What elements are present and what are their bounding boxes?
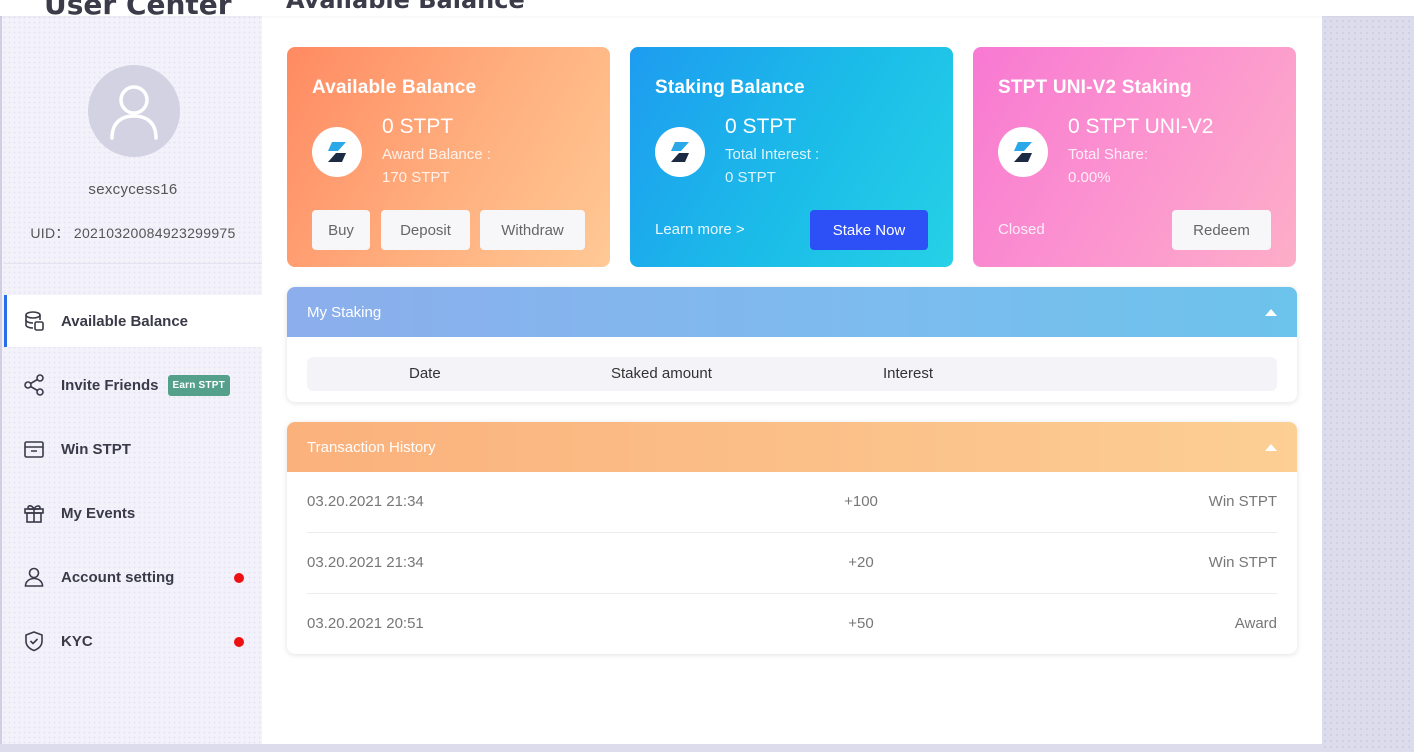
- balance-amount: 0 STPT: [382, 115, 454, 138]
- shield-icon: [22, 629, 46, 653]
- staking-table-header: Date Staked amount Interest: [307, 357, 1277, 391]
- share-icon: [22, 373, 46, 397]
- table-row: 03.20.2021 20:51 +50 Award: [307, 594, 1277, 654]
- card-title: Available Balance: [312, 77, 477, 98]
- stpt-coin-icon: [312, 127, 362, 177]
- staking-status: Closed: [998, 221, 1045, 238]
- table-row: 03.20.2021 21:34 +100 Win STPT: [307, 472, 1277, 533]
- total-share-value: 0.00%: [1068, 169, 1111, 186]
- notification-dot: [234, 573, 244, 583]
- stpt-coin-icon: [998, 127, 1048, 177]
- deposit-button[interactable]: Deposit: [381, 210, 470, 250]
- card-title: STPT UNI-V2 Staking: [998, 77, 1192, 98]
- transaction-date: 03.20.2021 21:34: [307, 493, 424, 510]
- learn-more-link[interactable]: Learn more >: [655, 221, 745, 238]
- uni-v2-amount: 0 STPT UNI-V2: [1068, 115, 1214, 138]
- sidebar-item-kyc[interactable]: KYC: [4, 615, 264, 667]
- transaction-amount: +20: [848, 554, 874, 571]
- buy-button[interactable]: Buy: [312, 210, 370, 250]
- sidebar-divider: [4, 263, 262, 264]
- notification-dot: [234, 637, 244, 647]
- sidebar-item-label: Invite Friends: [61, 376, 159, 394]
- page-background: [1322, 0, 1414, 752]
- available-balance-card: Available Balance 0 STPT Award Balance :…: [287, 47, 610, 267]
- award-balance-value: 170 STPT: [382, 169, 450, 186]
- sidebar-item-available-balance[interactable]: Available Balance: [4, 295, 264, 347]
- collapse-caret-icon[interactable]: [1265, 308, 1277, 316]
- column-header-date: Date: [409, 365, 441, 382]
- page-title: Available Balance: [286, 0, 525, 14]
- transaction-amount: +100: [844, 493, 878, 510]
- sidebar-item-label: My Events: [61, 504, 136, 522]
- earn-stpt-badge: Earn STPT: [167, 374, 230, 396]
- collapse-caret-icon[interactable]: [1265, 443, 1277, 451]
- table-row: 03.20.2021 21:34 +20 Win STPT: [307, 533, 1277, 594]
- sidebar-title: User Center: [44, 0, 232, 21]
- user-uid: UID： 20210320084923299975: [30, 225, 236, 241]
- my-staking-panel: My Staking Date Staked amount Interest: [287, 287, 1297, 402]
- transaction-amount: +50: [848, 615, 874, 632]
- sidebar-item-label: KYC: [61, 632, 93, 650]
- award-balance-label: Award Balance :: [382, 146, 491, 163]
- transaction-history-panel: Transaction History 03.20.2021 21:34 +10…: [287, 422, 1297, 654]
- withdraw-button[interactable]: Withdraw: [480, 210, 585, 250]
- database-icon: [22, 309, 46, 333]
- user-avatar-icon: [110, 85, 158, 140]
- stpt-coin-icon: [655, 127, 705, 177]
- box-icon: [22, 437, 46, 461]
- column-header-interest: Interest: [883, 365, 934, 382]
- total-interest-label: Total Interest :: [725, 146, 820, 163]
- panel-title: My Staking: [307, 303, 382, 321]
- transaction-type: Win STPT: [1208, 554, 1277, 571]
- transaction-date: 03.20.2021 21:34: [307, 554, 424, 571]
- sidebar-item-invite-friends[interactable]: Invite Friends Earn STPT: [4, 359, 264, 411]
- total-share-label: Total Share:: [1068, 146, 1149, 163]
- uni-v2-staking-card: STPT UNI-V2 Staking 0 STPT UNI-V2 Total …: [973, 47, 1296, 267]
- sidebar-item-label: Account setting: [61, 568, 175, 586]
- transaction-type: Award: [1234, 615, 1277, 632]
- staking-amount: 0 STPT: [725, 115, 797, 138]
- stake-now-button[interactable]: Stake Now: [810, 210, 928, 250]
- redeem-button[interactable]: Redeem: [1172, 210, 1271, 250]
- staking-balance-card: Staking Balance 0 STPT Total Interest : …: [630, 47, 953, 267]
- panel-title: Transaction History: [307, 438, 436, 456]
- sidebar-item-account-setting[interactable]: Account setting: [4, 551, 264, 603]
- sidebar-item-label: Win STPT: [61, 440, 131, 458]
- transaction-type: Win STPT: [1208, 493, 1277, 510]
- sidebar-item-my-events[interactable]: My Events: [4, 487, 264, 539]
- sidebar: sexcycess16 UID： 20210320084923299975 Av…: [0, 0, 264, 744]
- transaction-history-header[interactable]: Transaction History: [287, 422, 1297, 472]
- total-interest-value: 0 STPT: [725, 169, 776, 186]
- my-staking-header[interactable]: My Staking: [287, 287, 1297, 337]
- card-title: Staking Balance: [655, 77, 805, 98]
- username: sexcycess16: [88, 181, 178, 198]
- avatar[interactable]: [88, 65, 180, 157]
- sidebar-item-win-stpt[interactable]: Win STPT: [4, 423, 264, 475]
- transaction-date: 03.20.2021 20:51: [307, 615, 424, 632]
- gift-icon: [22, 501, 46, 525]
- sidebar-item-label: Available Balance: [61, 312, 189, 330]
- column-header-staked-amount: Staked amount: [611, 365, 712, 382]
- user-icon: [22, 565, 46, 589]
